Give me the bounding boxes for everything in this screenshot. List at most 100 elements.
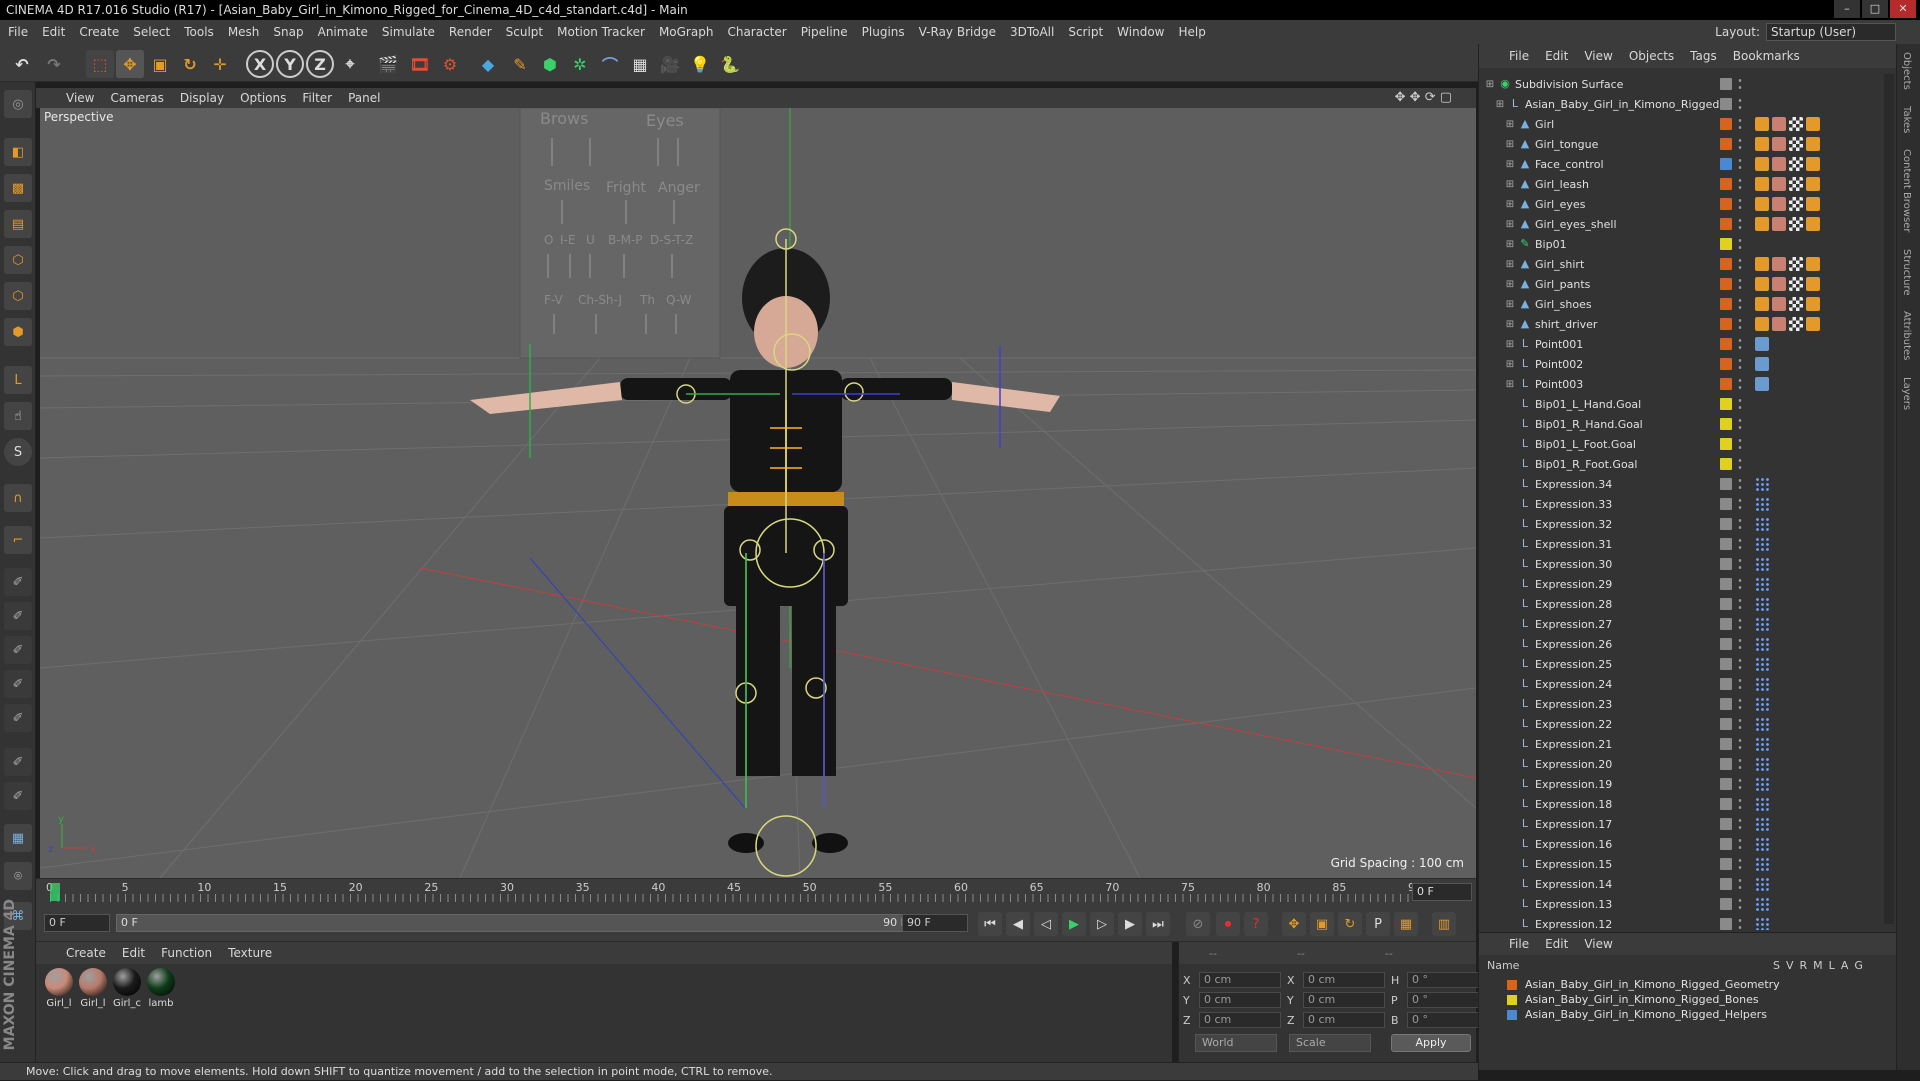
coords-value-field[interactable]: 0 cm: [1199, 972, 1281, 988]
tag-icon[interactable]: [1755, 637, 1769, 651]
object-row[interactable]: L Expression.15: [1479, 854, 1879, 874]
tag-icon[interactable]: [1755, 597, 1769, 611]
ik-chain-icon[interactable]: ✐: [4, 636, 32, 664]
visibility-toggle[interactable]: [1737, 657, 1743, 671]
expand-icon[interactable]: ⊞: [1495, 99, 1505, 110]
viewport-menu-cameras[interactable]: Cameras: [110, 91, 163, 105]
character-tool-icon[interactable]: ✐: [4, 748, 32, 776]
object-row[interactable]: ⊞ L Point003: [1479, 374, 1879, 394]
autokey-icon[interactable]: ⏺: [1216, 912, 1240, 936]
expand-icon[interactable]: ⊞: [1505, 119, 1515, 130]
tag-icon[interactable]: [1755, 177, 1769, 191]
object-row[interactable]: ⊞ ◉ Subdivision Surface: [1479, 74, 1879, 94]
object-row[interactable]: L Expression.20: [1479, 754, 1879, 774]
coords-value-field[interactable]: 0 °: [1407, 972, 1489, 988]
object-menu-edit[interactable]: Edit: [1545, 49, 1568, 63]
tag-icon[interactable]: [1755, 257, 1769, 271]
expand-icon[interactable]: ⊞: [1505, 379, 1515, 390]
coords-value-field[interactable]: 0 cm: [1199, 1012, 1281, 1028]
joint-tool-icon[interactable]: ✐: [4, 602, 32, 630]
object-row[interactable]: L Expression.13: [1479, 894, 1879, 914]
menu-render[interactable]: Render: [449, 25, 492, 39]
coords-value-field[interactable]: 0 °: [1407, 1012, 1489, 1028]
menu-animate[interactable]: Animate: [318, 25, 368, 39]
visibility-toggle[interactable]: [1737, 97, 1743, 111]
side-tab-content-browser[interactable]: Content Browser: [1897, 141, 1916, 240]
menu-pipeline[interactable]: Pipeline: [801, 25, 848, 39]
paint-tool-icon[interactable]: ✐: [4, 704, 32, 732]
tag-icon[interactable]: [1772, 277, 1786, 291]
model-mode-icon[interactable]: ◧: [4, 138, 32, 166]
tag-icon[interactable]: [1772, 157, 1786, 171]
tag-icon[interactable]: [1755, 117, 1769, 131]
edges-mode-icon[interactable]: ⬡: [4, 282, 32, 310]
tag-icon[interactable]: [1755, 357, 1769, 371]
render-settings-icon[interactable]: ⚙: [436, 50, 464, 78]
axis-mode-icon[interactable]: L: [4, 366, 32, 394]
object-menu-tags[interactable]: Tags: [1690, 49, 1717, 63]
visibility-toggle[interactable]: [1737, 797, 1743, 811]
visibility-toggle[interactable]: [1737, 357, 1743, 371]
visibility-toggle[interactable]: [1737, 317, 1743, 331]
expand-icon[interactable]: ⊞: [1505, 279, 1515, 290]
object-row[interactable]: ⊞ ▲ Girl_leash: [1479, 174, 1879, 194]
object-row[interactable]: L Expression.31: [1479, 534, 1879, 554]
tag-icon[interactable]: [1755, 857, 1769, 871]
expand-icon[interactable]: ⊞: [1505, 299, 1515, 310]
tag-icon[interactable]: [1755, 917, 1769, 930]
coordinate-system-icon[interactable]: ⌖: [336, 50, 364, 78]
coordinate-system-dropdown[interactable]: World: [1195, 1034, 1277, 1052]
material-menu-texture[interactable]: Texture: [228, 946, 272, 960]
menu-sculpt[interactable]: Sculpt: [506, 25, 543, 39]
layout-selector[interactable]: Layout: Startup (User): [1715, 23, 1896, 41]
tweak-mode-icon[interactable]: ☝: [4, 402, 32, 430]
material-swatch[interactable]: lamb: [146, 968, 176, 1009]
expand-icon[interactable]: ⊞: [1505, 219, 1515, 230]
previous-key-icon[interactable]: ◀: [1006, 912, 1030, 936]
visibility-toggle[interactable]: [1737, 477, 1743, 491]
visibility-toggle[interactable]: [1737, 377, 1743, 391]
visibility-toggle[interactable]: [1737, 637, 1743, 651]
tag-icon[interactable]: [1755, 317, 1769, 331]
object-row[interactable]: L Expression.22: [1479, 714, 1879, 734]
expand-icon[interactable]: ⊞: [1505, 339, 1515, 350]
tag-icon[interactable]: [1755, 297, 1769, 311]
tag-icon[interactable]: [1755, 817, 1769, 831]
tag-icon[interactable]: [1772, 217, 1786, 231]
tag-icon[interactable]: [1755, 217, 1769, 231]
side-tab-attributes[interactable]: Attributes: [1897, 303, 1916, 368]
visibility-toggle[interactable]: [1737, 217, 1743, 231]
tag-icon[interactable]: [1755, 617, 1769, 631]
object-scrollbar[interactable]: [1884, 74, 1894, 924]
tag-icon[interactable]: [1806, 217, 1820, 231]
workplane-mode-icon[interactable]: ▤: [4, 210, 32, 238]
object-row[interactable]: ⊞ L Asian_Baby_Girl_in_Kimono_Rigged: [1479, 94, 1879, 114]
parameter-key-icon[interactable]: P: [1366, 912, 1390, 936]
expand-icon[interactable]: ⊞: [1505, 199, 1515, 210]
viewport-menu-options[interactable]: Options: [240, 91, 286, 105]
tag-icon[interactable]: [1755, 677, 1769, 691]
object-row[interactable]: L Bip01_R_Hand.Goal: [1479, 414, 1879, 434]
tag-icon[interactable]: [1755, 577, 1769, 591]
tag-icon[interactable]: [1789, 197, 1803, 211]
undo-icon[interactable]: ↶: [8, 50, 36, 78]
viewport-menu-view[interactable]: View: [66, 91, 94, 105]
visibility-toggle[interactable]: [1737, 497, 1743, 511]
object-row[interactable]: ⊞ ▲ Girl_shoes: [1479, 294, 1879, 314]
coords-value-field[interactable]: 0 cm: [1199, 992, 1281, 1008]
size-mode-dropdown[interactable]: Scale: [1289, 1034, 1371, 1052]
scale-tool-icon[interactable]: ▣: [146, 50, 174, 78]
layer-row[interactable]: Asian_Baby_Girl_in_Kimono_Rigged_Bones: [1507, 992, 1887, 1007]
snap-icon[interactable]: S: [4, 438, 32, 466]
visibility-toggle[interactable]: [1737, 117, 1743, 131]
previous-frame-icon[interactable]: ◁: [1034, 912, 1058, 936]
visibility-toggle[interactable]: [1737, 457, 1743, 471]
tag-icon[interactable]: [1789, 317, 1803, 331]
object-row[interactable]: L Expression.34: [1479, 474, 1879, 494]
tag-icon[interactable]: [1772, 197, 1786, 211]
scale-key-icon[interactable]: ▣: [1310, 912, 1334, 936]
tag-icon[interactable]: [1806, 277, 1820, 291]
layer-row[interactable]: Asian_Baby_Girl_in_Kimono_Rigged_Helpers: [1507, 1007, 1887, 1022]
next-key-icon[interactable]: ▶: [1118, 912, 1142, 936]
tag-icon[interactable]: [1755, 657, 1769, 671]
